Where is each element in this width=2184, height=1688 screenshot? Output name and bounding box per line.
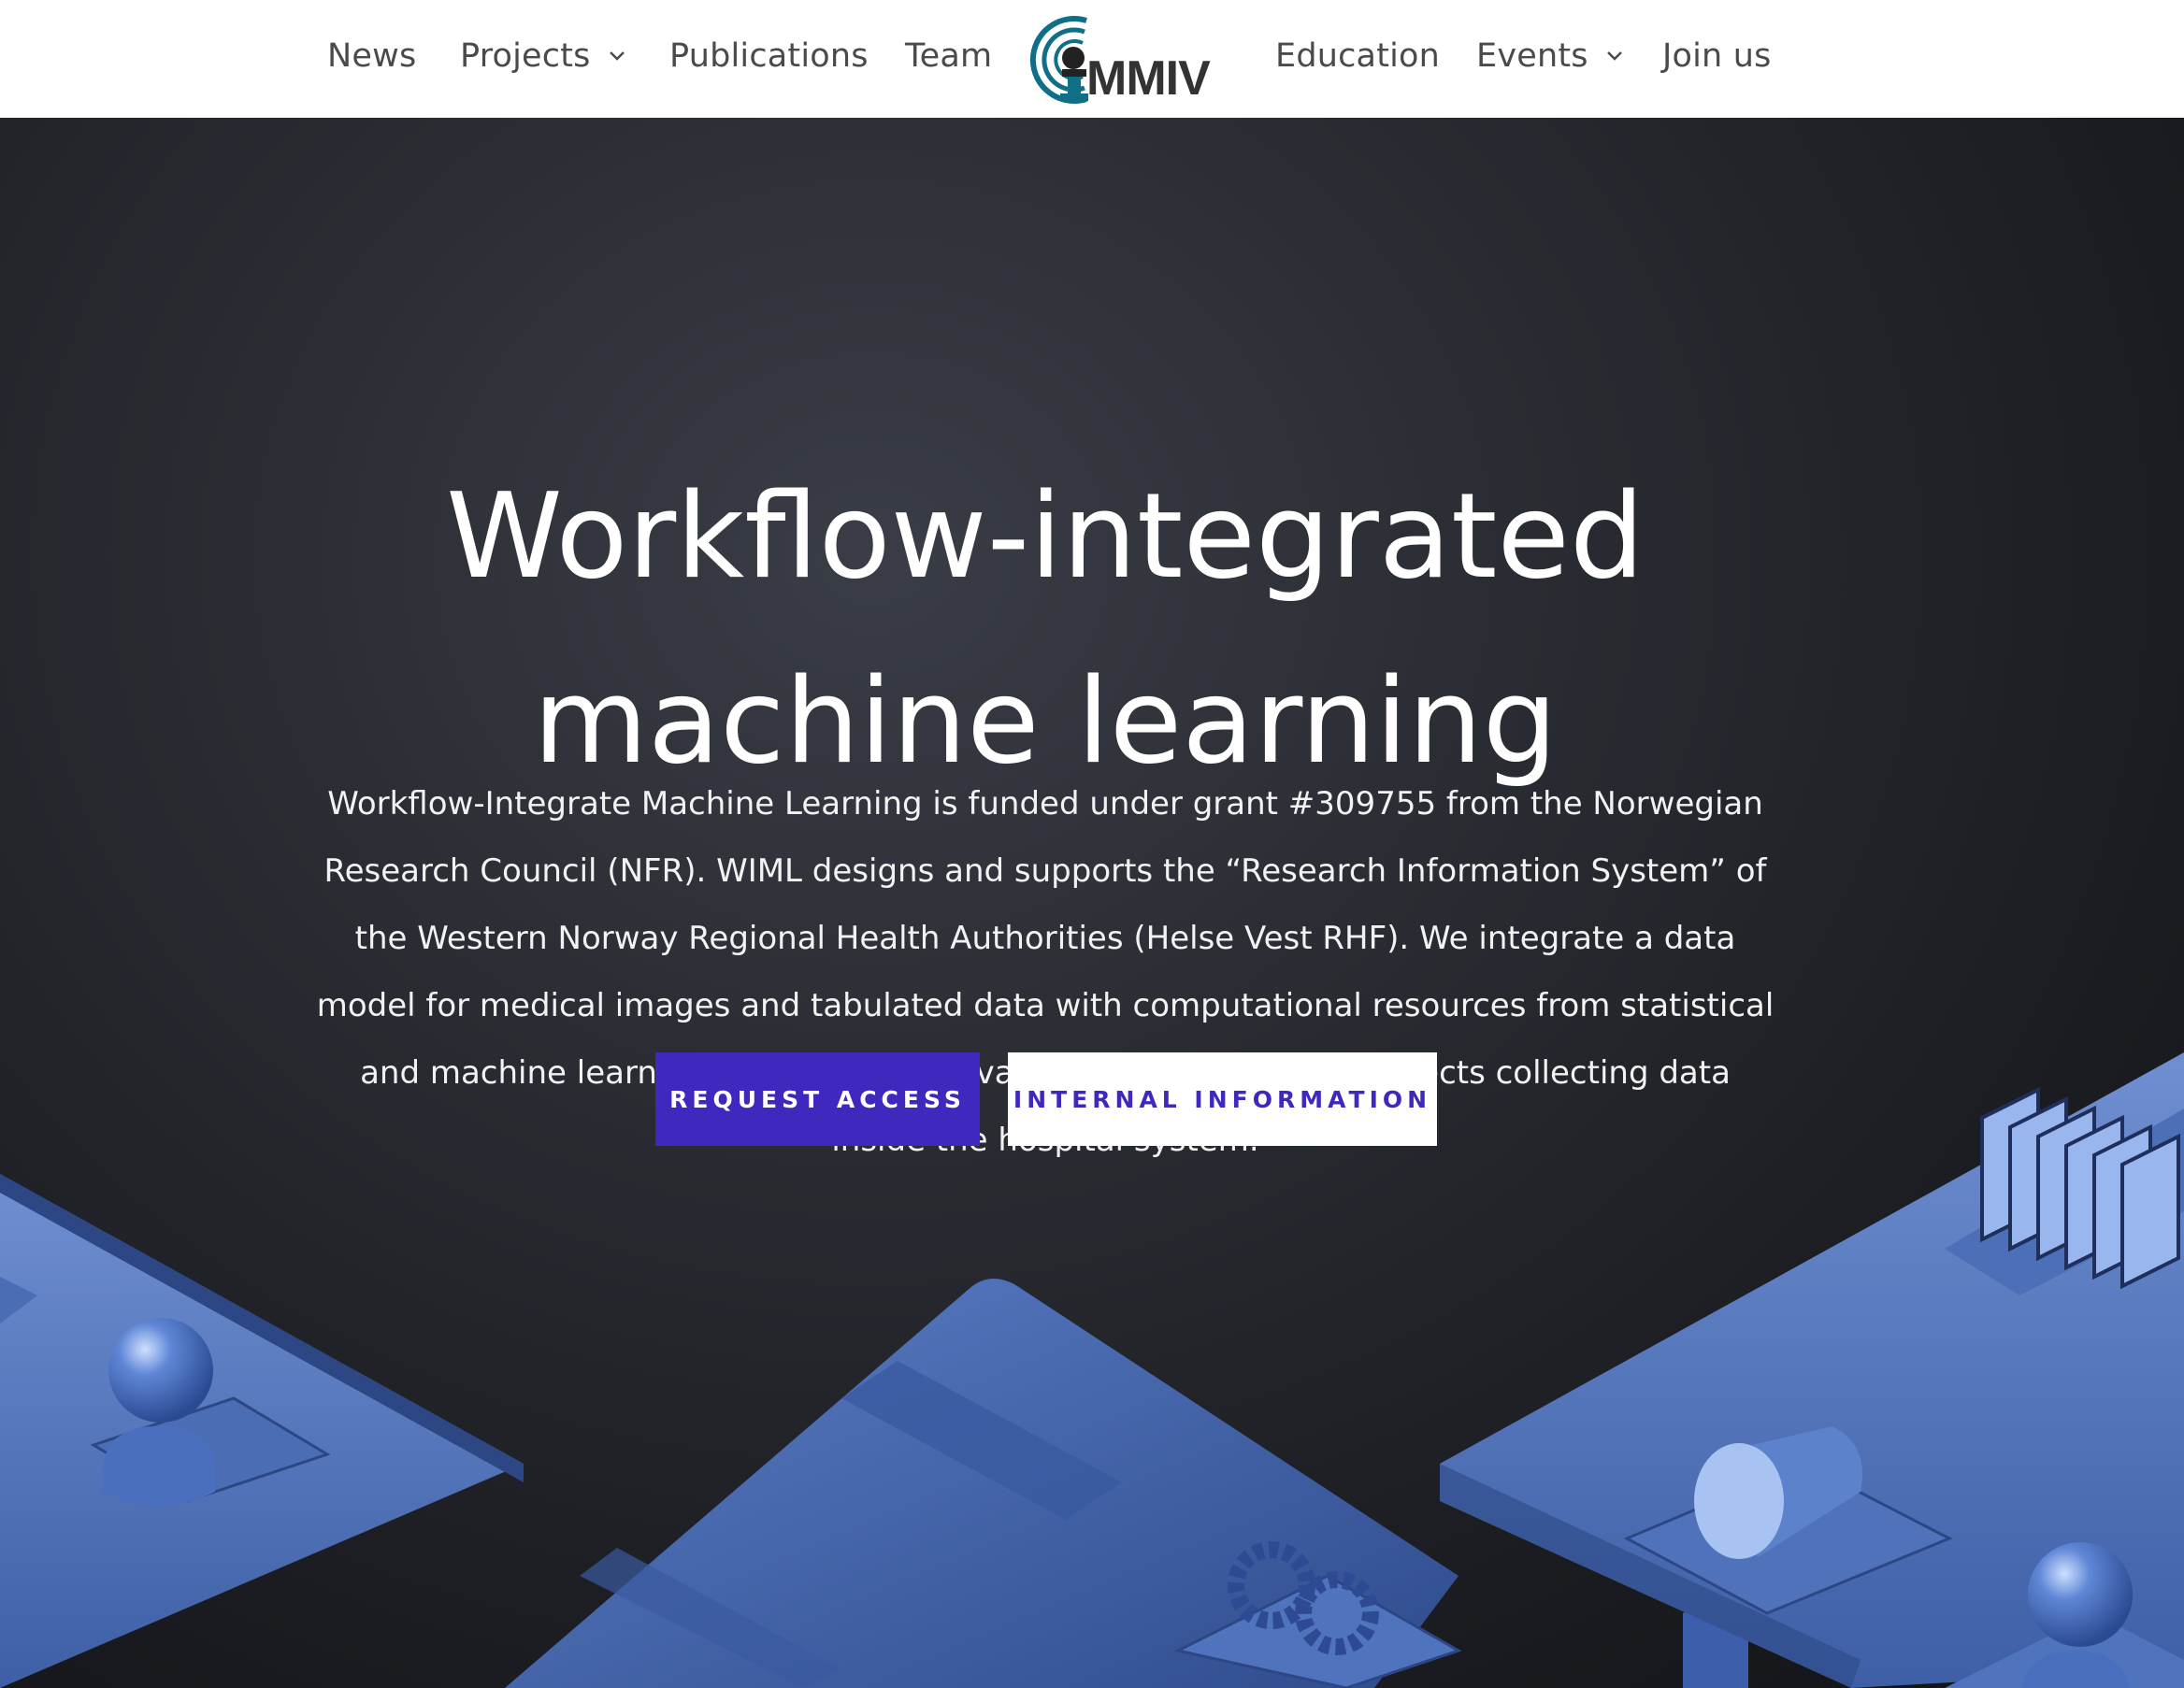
hero-title-line-1: Workflow-integrated	[446, 467, 1645, 606]
nav-education[interactable]: Education	[1275, 0, 1440, 112]
logo-text: MMIV	[1086, 51, 1211, 106]
nav-news-label: News	[327, 37, 417, 75]
chevron-down-icon	[1603, 45, 1626, 67]
internal-information-label: INTERNAL INFORMATION	[1013, 1085, 1432, 1113]
nav-team[interactable]: Team	[905, 0, 992, 112]
request-access-button[interactable]: REQUEST ACCESS	[655, 1052, 980, 1146]
nav-join-us[interactable]: Join us	[1662, 0, 1772, 112]
hero-section: Workflow-integrated machine learning Wor…	[0, 118, 2184, 1688]
nav-projects[interactable]: Projects	[460, 0, 628, 112]
chevron-down-icon	[606, 45, 628, 67]
nav-team-label: Team	[905, 37, 993, 75]
nav-education-label: Education	[1275, 37, 1441, 75]
top-navigation: News Projects Publications Team MMIV Edu…	[0, 0, 2184, 118]
nav-events[interactable]: Events	[1476, 0, 1626, 112]
internal-information-button[interactable]: INTERNAL INFORMATION	[1008, 1052, 1437, 1146]
nav-projects-label: Projects	[460, 37, 591, 75]
nav-publications-label: Publications	[669, 37, 869, 75]
nav-news[interactable]: News	[327, 0, 416, 112]
mmiv-logo[interactable]: MMIV	[1028, 13, 1232, 107]
nav-events-label: Events	[1476, 37, 1588, 75]
hero-title: Workflow-integrated machine learning	[344, 444, 1746, 814]
nav-publications[interactable]: Publications	[669, 0, 869, 112]
request-access-label: REQUEST ACCESS	[669, 1085, 966, 1113]
left-platform	[0, 1174, 524, 1688]
nav-join-us-label: Join us	[1662, 37, 1772, 75]
